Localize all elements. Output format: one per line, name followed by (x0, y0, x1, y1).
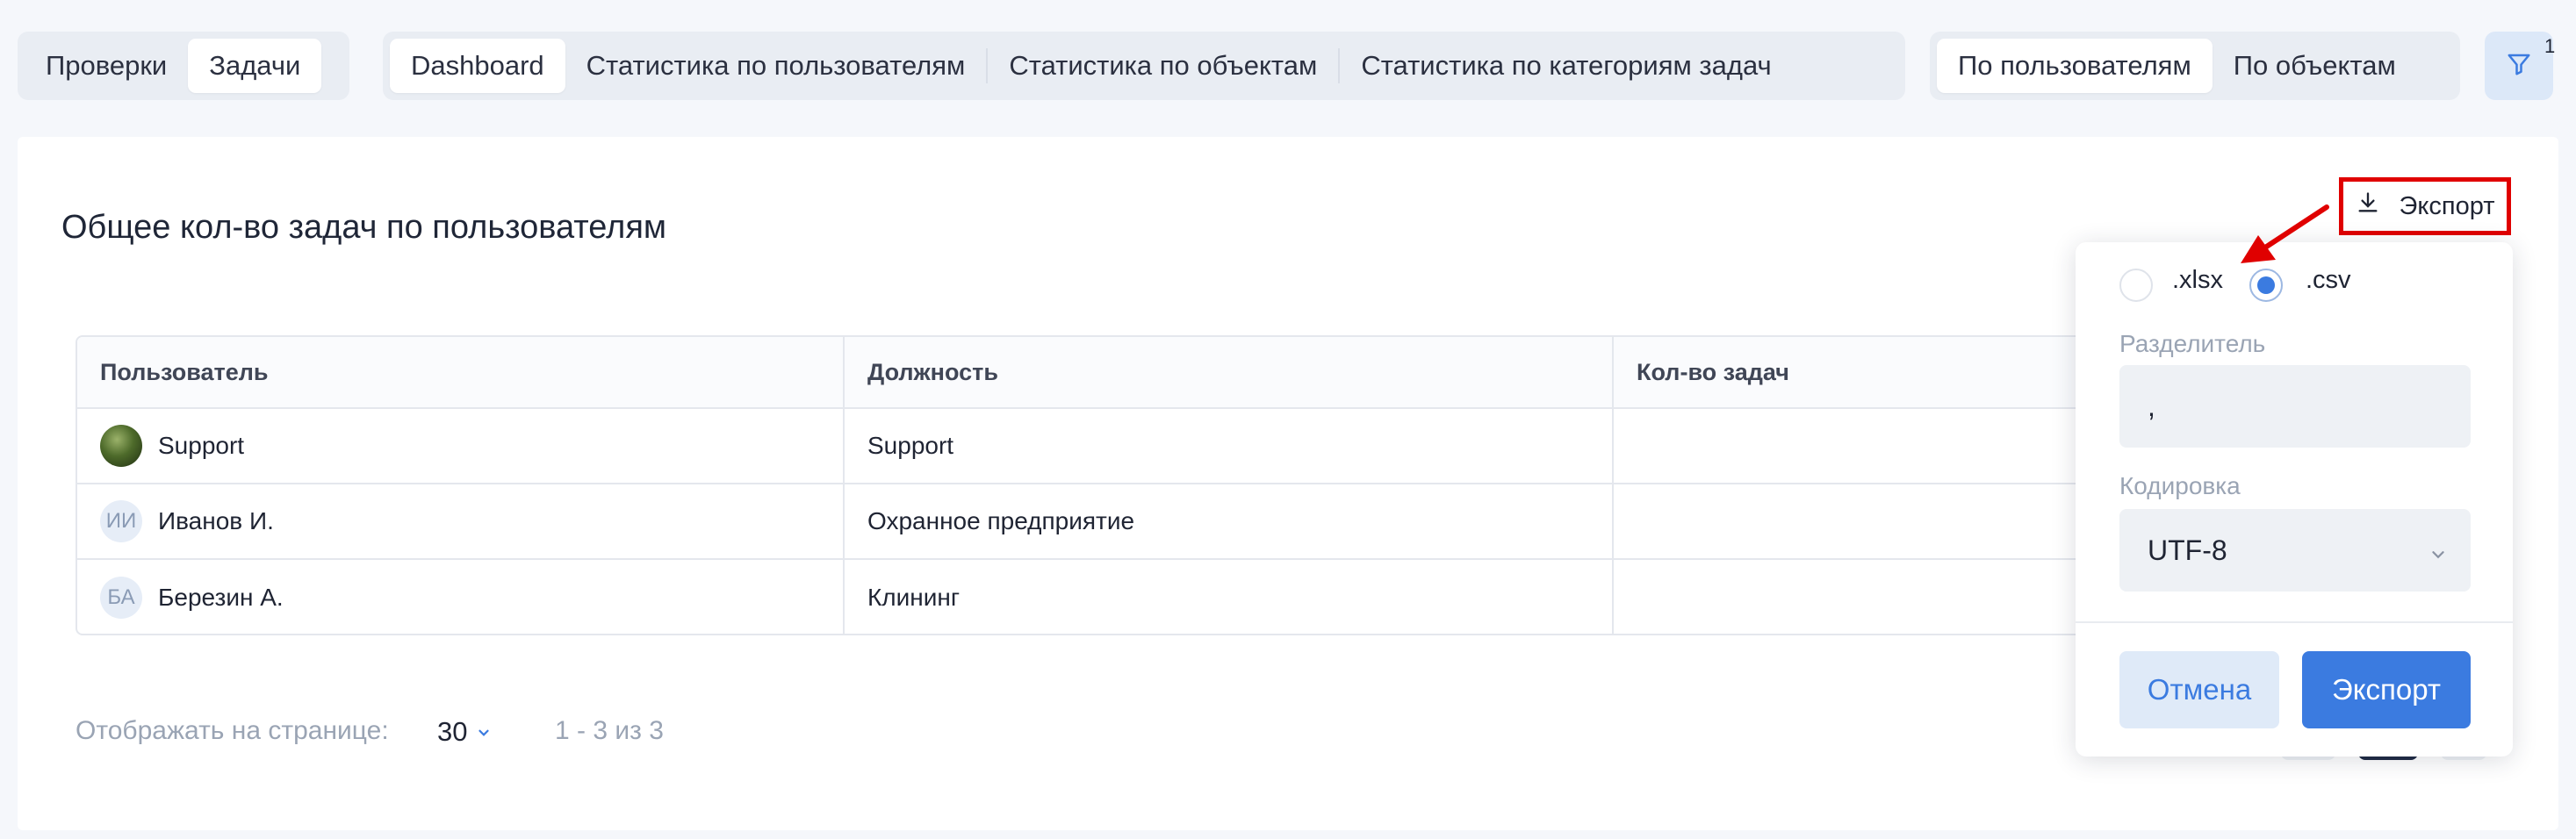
per-page-select[interactable]: 30 (437, 716, 492, 748)
report-title: Общее кол-во задач по пользователям (61, 209, 667, 246)
filter-count-badge: 1 (2544, 35, 2556, 57)
download-icon (2356, 190, 2380, 222)
section-tabs: Проверки Задачи (18, 32, 349, 100)
export-button-label: Экспорт (2399, 191, 2495, 220)
tab-by-users[interactable]: По пользователям (1937, 39, 2213, 93)
user-name: Иванов И. (158, 507, 274, 534)
format-radio-xlsx[interactable] (2119, 269, 2153, 302)
encoding-select[interactable]: UTF-8 (2119, 509, 2471, 592)
user-cell: БА Березин А. (77, 560, 845, 634)
separator-label: Разделитель (2119, 330, 2266, 357)
filter-button[interactable] (2485, 32, 2553, 100)
tab-tasks[interactable]: Задачи (188, 39, 322, 93)
tab-by-objects[interactable]: По объектам (2213, 39, 2417, 93)
column-header-user[interactable]: Пользователь (77, 337, 845, 407)
position-cell: Охранное предприятие (845, 484, 1614, 558)
pagination-range: 1 - 3 из 3 (555, 716, 664, 745)
encoding-label: Кодировка (2119, 472, 2241, 499)
avatar: БА (100, 577, 142, 619)
user-cell: ИИ Иванов И. (77, 484, 845, 558)
avatar (100, 425, 142, 467)
filter-icon (2506, 51, 2532, 82)
format-label-csv[interactable]: .csv (2306, 266, 2351, 295)
tab-checks[interactable]: Проверки (25, 39, 188, 93)
popover-divider (2076, 621, 2513, 623)
encoding-value: UTF-8 (2148, 534, 2227, 566)
cancel-button[interactable]: Отмена (2119, 651, 2279, 728)
position-cell: Клининг (845, 560, 1614, 634)
user-name: Support (158, 432, 245, 459)
avatar: ИИ (100, 500, 142, 542)
export-popover: .xlsx .csv Разделитель , Кодировка UTF-8… (2076, 242, 2513, 757)
column-header-position[interactable]: Должность (845, 337, 1614, 407)
grouping-tabs: По пользователям По объектам (1930, 32, 2460, 100)
separator-value: , (2148, 390, 2155, 422)
format-radio-csv[interactable] (2249, 269, 2283, 302)
tab-dashboard[interactable]: Dashboard (390, 39, 565, 93)
user-name: Березин А. (158, 584, 284, 611)
user-cell: Support (77, 409, 845, 483)
chevron-down-icon (476, 716, 492, 748)
tab-stats-by-objects[interactable]: Статистика по объектам (988, 39, 1338, 93)
tab-stats-by-users[interactable]: Статистика по пользователям (565, 39, 987, 93)
view-tabs: Dashboard Статистика по пользователям Ст… (383, 32, 1905, 100)
format-label-xlsx[interactable]: .xlsx (2172, 266, 2223, 295)
per-page-value: 30 (437, 716, 468, 747)
separator-input[interactable]: , (2119, 365, 2471, 448)
per-page-label: Отображать на странице: (76, 716, 389, 745)
tab-stats-by-task-categories[interactable]: Статистика по категориям задач (1340, 39, 1792, 93)
chevron-down-icon (2428, 539, 2448, 571)
export-button[interactable]: Экспорт (2339, 177, 2511, 235)
confirm-export-button[interactable]: Экспорт (2302, 651, 2471, 728)
position-cell: Support (845, 409, 1614, 483)
